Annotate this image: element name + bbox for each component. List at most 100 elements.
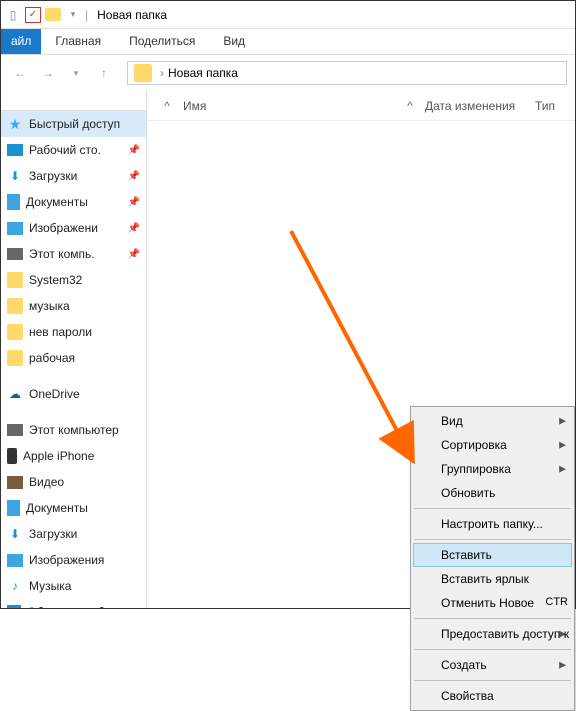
context-paste-shortcut[interactable]: Вставить ярлык: [413, 567, 572, 591]
sidebar-item-iphone[interactable]: Apple iPhone: [1, 443, 146, 469]
sidebar-item-documents2[interactable]: Документы: [1, 495, 146, 521]
pictures-icon: [7, 554, 23, 567]
context-share[interactable]: Предоставить доступ к▶: [413, 622, 572, 646]
chevron-right-icon: ▶: [559, 440, 566, 451]
folder-icon: [7, 272, 23, 288]
sidebar-item-passwords[interactable]: нев пароли: [1, 319, 146, 345]
context-refresh[interactable]: Обновить: [413, 481, 572, 505]
sidebar-item-label: Этот компьютер: [29, 423, 119, 437]
sidebar-item-downloads2[interactable]: ⬇Загрузки: [1, 521, 146, 547]
context-paste[interactable]: Вставить: [413, 543, 572, 567]
breadcrumb-path[interactable]: Новая папка: [168, 66, 238, 80]
nav-up-button[interactable]: ↑: [93, 62, 115, 84]
nav-back-button[interactable]: ←: [9, 62, 31, 84]
content-area[interactable]: ^ Имя ^ Дата изменения Тип Вид▶ Сортиров…: [147, 91, 575, 608]
sidebar-item-label: Видео: [29, 475, 64, 489]
context-properties[interactable]: Свойства: [413, 684, 572, 708]
folder-icon: [134, 64, 152, 82]
sidebar-item-label: Рабочий сто.: [29, 143, 101, 157]
tab-view[interactable]: Вид: [209, 29, 259, 54]
context-group[interactable]: Группировка▶: [413, 457, 572, 481]
pc-icon: [7, 248, 23, 260]
tab-file[interactable]: айл: [1, 29, 41, 54]
sidebar-item-label: Apple iPhone: [23, 449, 94, 463]
pin-icon: 📌: [128, 249, 140, 260]
phone-icon: [7, 448, 17, 464]
sidebar-item-documents[interactable]: Документы 📌: [1, 189, 146, 215]
quick-access-pin-icon[interactable]: ✓: [25, 7, 41, 23]
dropdown-icon[interactable]: ▾: [65, 7, 81, 23]
separator: [414, 508, 571, 509]
separator: [414, 649, 571, 650]
context-new[interactable]: Создать▶: [413, 653, 572, 677]
scroll-up-icon[interactable]: ^: [159, 99, 175, 113]
sidebar-item-pc[interactable]: Этот компь. 📌: [1, 241, 146, 267]
separator: [414, 539, 571, 540]
sidebar-item-label: Изображения: [29, 553, 104, 567]
column-type[interactable]: Тип: [535, 99, 575, 113]
app-icon: ▯: [5, 7, 21, 23]
tab-share[interactable]: Поделиться: [115, 29, 209, 54]
separator: [414, 618, 571, 619]
menu-label: Вставить: [441, 548, 492, 562]
sidebar: ★ Быстрый доступ Рабочий сто.📌 ⬇Загрузки…: [1, 91, 147, 608]
pin-icon: 📌: [128, 197, 140, 208]
column-headers: ^ Имя ^ Дата изменения Тип: [147, 91, 575, 121]
sidebar-item-music[interactable]: ♪Музыка: [1, 573, 146, 599]
folder-icon: [7, 350, 23, 366]
breadcrumb[interactable]: › Новая папка: [127, 61, 567, 85]
documents-icon: [7, 194, 20, 210]
nav-forward-button[interactable]: →: [37, 62, 59, 84]
menu-label: Группировка: [441, 462, 511, 476]
separator: [414, 680, 571, 681]
column-name[interactable]: Имя: [175, 99, 395, 113]
menu-label: Сортировка: [441, 438, 507, 452]
sidebar-item-label: Объемные об: [27, 605, 104, 608]
onedrive-icon: ☁: [7, 386, 23, 402]
sidebar-item-label: Документы: [26, 501, 88, 515]
tab-home[interactable]: Главная: [41, 29, 115, 54]
desktop-icon: [7, 144, 23, 156]
sidebar-item-label: Документы: [26, 195, 88, 209]
pin-icon: 📌: [128, 171, 140, 182]
sidebar-item-pictures2[interactable]: Изображения: [1, 547, 146, 573]
context-customize[interactable]: Настроить папку...: [413, 512, 572, 536]
menu-label: Создать: [441, 658, 487, 672]
window-title: Новая папка: [97, 8, 167, 22]
context-sort[interactable]: Сортировка ▶: [413, 433, 572, 457]
sidebar-item-label: Загрузки: [29, 169, 77, 183]
sidebar-this-pc[interactable]: Этот компьютер: [1, 417, 146, 443]
menu-label: Вставить ярлык: [441, 572, 529, 586]
sidebar-item-pictures[interactable]: Изображени📌: [1, 215, 146, 241]
sidebar-item-system32[interactable]: System32: [1, 267, 146, 293]
context-view[interactable]: Вид▶: [413, 409, 572, 433]
column-date[interactable]: Дата изменения: [425, 99, 535, 113]
chevron-right-icon: ▶: [559, 629, 566, 640]
context-menu: Вид▶ Сортировка▶ Группировка▶ Обновить Н…: [410, 406, 575, 711]
menu-label: Свойства: [441, 689, 494, 703]
downloads-icon: ⬇: [7, 168, 23, 184]
sidebar-item-desktop[interactable]: Рабочий сто.📌: [1, 137, 146, 163]
sidebar-item-label: OneDrive: [29, 387, 80, 401]
menu-label: Предоставить доступ к: [441, 627, 569, 641]
menu-label: Настроить папку...: [441, 517, 543, 531]
pin-icon: 📌: [128, 223, 140, 234]
sidebar-item-label: Этот компь.: [29, 247, 95, 261]
sidebar-item-label: музыка: [29, 299, 70, 313]
sidebar-item-label: Музыка: [29, 579, 71, 593]
folder-icon: [7, 298, 23, 314]
folder-icon: [45, 7, 61, 23]
sidebar-onedrive[interactable]: ☁ OneDrive: [1, 381, 146, 407]
titlebar: ▯ ✓ ▾ | Новая папка: [1, 1, 575, 29]
sidebar-item-downloads[interactable]: ⬇ Загрузки 📌: [1, 163, 146, 189]
sidebar-quick-access[interactable]: ★ Быстрый доступ: [1, 111, 146, 137]
sidebar-item-work[interactable]: рабочая: [1, 345, 146, 371]
sidebar-item-video[interactable]: Видео: [1, 469, 146, 495]
sidebar-item-3d[interactable]: Объемные об: [1, 599, 146, 608]
nav-dropdown[interactable]: ▾: [65, 62, 87, 84]
sidebar-item-music-folder[interactable]: музыка: [1, 293, 146, 319]
sidebar-item-label: Загрузки: [29, 527, 77, 541]
folder-icon: [7, 324, 23, 340]
context-undo[interactable]: Отменить НовоеCTR: [413, 591, 572, 615]
menu-label: Отменить Новое: [441, 596, 534, 610]
